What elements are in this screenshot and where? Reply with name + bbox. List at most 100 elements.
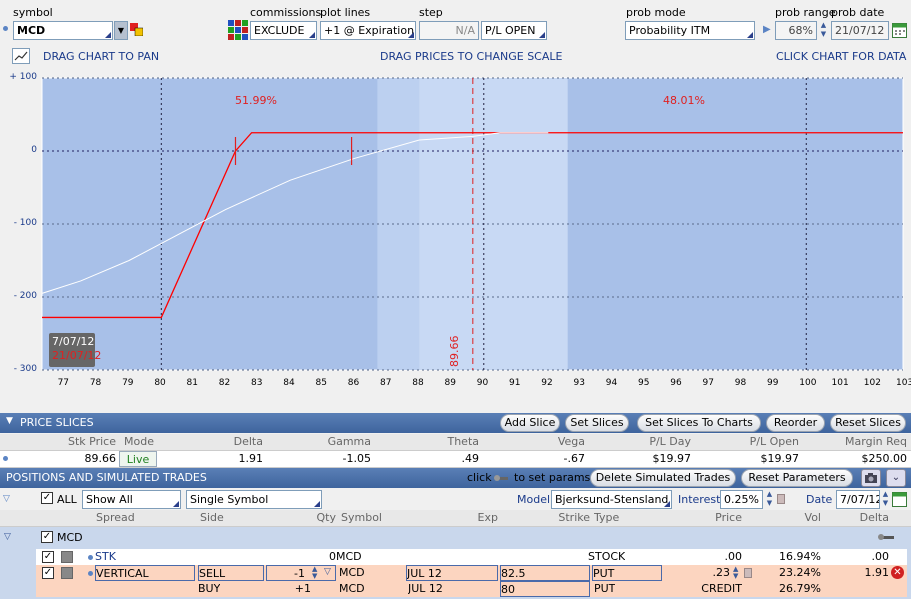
symbol-link-icon[interactable] (130, 23, 144, 37)
prob-range-input[interactable]: 68% (775, 21, 817, 40)
x-tick-label[interactable]: 102 (864, 378, 881, 388)
x-tick-label[interactable]: 89 (445, 378, 456, 388)
side-select[interactable]: SELL (198, 565, 264, 581)
y-tick-label[interactable]: 0 (7, 145, 37, 155)
x-tick-label[interactable]: 94 (606, 378, 617, 388)
x-tick-label[interactable]: 98 (735, 378, 746, 388)
x-tick-label[interactable]: 92 (541, 378, 552, 388)
x-tick-label[interactable]: 95 (638, 378, 649, 388)
x-tick-label[interactable]: 79 (122, 378, 133, 388)
y-tick-label[interactable]: - 300 (7, 364, 37, 374)
chart-type-icon[interactable] (12, 48, 30, 64)
x-tick-label[interactable]: 103 (896, 378, 911, 388)
x-tick-label[interactable]: 78 (90, 378, 101, 388)
camera-icon[interactable] (861, 469, 881, 487)
exp-select[interactable]: JUL 12 (406, 565, 498, 581)
position-row-buy-leg[interactable]: BUY +1 MCD JUL 12 80 PUT CREDIT 26.79% (36, 581, 907, 597)
add-slice-button[interactable]: Add Slice (500, 414, 560, 432)
show-select[interactable]: Show All (82, 490, 181, 509)
prob-mode-select[interactable]: Probability ITM (625, 21, 755, 40)
slice-row[interactable]: 89.66 Live 1.91 -1.05 .49 -.67 $19.97 $1… (0, 451, 911, 468)
x-tick-label[interactable]: 97 (703, 378, 714, 388)
row-checkbox[interactable]: ✓ (42, 567, 54, 579)
x-tick-label[interactable]: 85 (316, 378, 327, 388)
reset-slices-button[interactable]: Reset Slices (830, 414, 906, 432)
x-tick-label[interactable]: 87 (380, 378, 391, 388)
x-tick-label[interactable]: 82 (219, 378, 230, 388)
y-tick-label[interactable]: - 200 (7, 291, 37, 301)
lock-icon[interactable] (777, 494, 785, 504)
x-tick-label[interactable]: 84 (283, 378, 294, 388)
symbol-filter-select[interactable]: Single Symbol (186, 490, 322, 509)
slice-mode-select[interactable]: Live (119, 451, 157, 467)
all-checkbox[interactable]: ✓ (41, 492, 53, 504)
type-cell: STOCK (588, 550, 626, 563)
x-tick-label[interactable]: 81 (187, 378, 198, 388)
spread-cell[interactable]: STK (95, 549, 116, 565)
plot-lines-select[interactable]: +1 @ Expiration (320, 21, 416, 40)
symbol-input[interactable]: MCD (13, 21, 113, 40)
position-row-stk[interactable]: ✓ STK 0 MCD STOCK .00 16.94% .00 (36, 549, 907, 565)
wrench-icon[interactable] (494, 473, 510, 483)
reset-parameters-button[interactable]: Reset Parameters (741, 469, 853, 487)
qty-dropdown-icon[interactable]: ▽ (324, 567, 331, 577)
play-arrow-icon[interactable]: ▶ (763, 24, 771, 35)
strike-select[interactable]: 82.5 (500, 565, 590, 581)
x-tick-label[interactable]: 90 (477, 378, 488, 388)
x-tick-label[interactable]: 91 (509, 378, 520, 388)
group-checkbox[interactable]: ✓ (41, 531, 53, 543)
model-select[interactable]: Bjerksund-Stensland (551, 490, 672, 509)
prob-date-input[interactable]: 21/07/12 (831, 21, 889, 40)
type-select[interactable]: PUT (592, 565, 662, 581)
x-tick-label[interactable]: 100 (799, 378, 816, 388)
x-tick-label[interactable]: 96 (670, 378, 681, 388)
x-tick-label[interactable]: 77 (58, 378, 69, 388)
symbol-dropdown-icon[interactable]: ▼ (114, 21, 128, 40)
commissions-select[interactable]: EXCLUDE (250, 21, 317, 40)
position-row-vertical[interactable]: ✓ VERTICAL SELL -1 ▲ ▼ ▽ MCD JUL 12 82.5 … (36, 565, 907, 581)
set-slices-button[interactable]: Set Slices (565, 414, 629, 432)
x-tick-label[interactable]: 80 (154, 378, 165, 388)
group-wrench-icon[interactable] (878, 532, 896, 542)
date-calendar-icon[interactable] (892, 491, 907, 507)
spread-select[interactable]: VERTICAL (95, 565, 195, 581)
pl-mode-select[interactable]: P/L OPEN (481, 21, 547, 40)
price-lock-icon[interactable] (744, 568, 752, 578)
collapse-arrow-icon[interactable]: ▼ (6, 416, 13, 426)
step-input[interactable]: N/A (419, 21, 479, 40)
price-spinner-icon[interactable]: ▲ ▼ (733, 566, 738, 580)
x-tick-label[interactable]: 101 (832, 378, 849, 388)
commissions-grid-icon[interactable] (228, 20, 248, 40)
interest-spinner-icon[interactable]: ▲ ▼ (764, 490, 775, 509)
set-slices-to-charts-button[interactable]: Set Slices To Charts (637, 414, 761, 432)
calendar-icon[interactable] (892, 22, 907, 38)
x-tick-label[interactable]: 93 (574, 378, 585, 388)
slice-stk-price[interactable]: 89.66 (10, 451, 117, 467)
qty-spinner-icon[interactable]: ▲ ▼ (312, 566, 317, 580)
y-tick-label[interactable]: + 100 (7, 72, 37, 82)
reorder-button[interactable]: Reorder (766, 414, 825, 432)
price-cell[interactable]: .00 (662, 549, 743, 565)
row-checkbox[interactable]: ✓ (42, 551, 54, 563)
group-collapse-icon[interactable]: ▽ (4, 532, 11, 542)
side-cell: BUY (198, 582, 221, 595)
group-row[interactable]: ▽ ✓ MCD (0, 527, 911, 547)
strike-select[interactable]: 80 (500, 581, 590, 597)
y-tick-label[interactable]: - 100 (7, 218, 37, 228)
delete-row-icon[interactable]: ✕ (891, 566, 904, 579)
x-tick-label[interactable]: 88 (412, 378, 423, 388)
x-tick-label[interactable]: 99 (767, 378, 778, 388)
qty-cell[interactable]: 0 (266, 549, 336, 565)
price-input[interactable]: .23 (662, 565, 731, 581)
filter-collapse-icon[interactable]: ▽ (3, 494, 10, 504)
delete-simulated-trades-button[interactable]: Delete Simulated Trades (590, 469, 736, 487)
prob-right-label: 48.01% (663, 94, 705, 107)
x-tick-label[interactable]: 86 (348, 378, 359, 388)
date-spinner-icon[interactable]: ▲ ▼ (880, 490, 891, 509)
x-tick-label[interactable]: 83 (251, 378, 262, 388)
prob-range-spinner-icon[interactable]: ▲ ▼ (818, 21, 829, 40)
expand-panel-icon[interactable]: ⌄ (886, 469, 906, 487)
slice-delta: 1.91 (238, 452, 264, 465)
date-input[interactable]: 7/07/12 (836, 490, 880, 509)
interest-input[interactable]: 0.25% (720, 490, 763, 509)
